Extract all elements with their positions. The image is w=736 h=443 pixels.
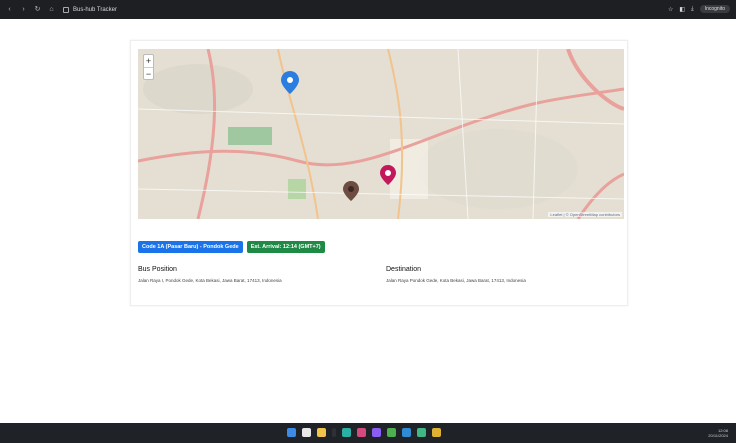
back-icon[interactable]: ‹ <box>6 6 13 13</box>
star-icon[interactable]: ☆ <box>668 6 673 13</box>
destination-section: Destination Jalan Raya Pondok Gede, Kota… <box>386 266 616 283</box>
separator-icon <box>332 428 336 437</box>
system-tray[interactable]: 12:08 20/11/2024 <box>708 428 728 438</box>
vscode-icon[interactable] <box>402 428 411 437</box>
app-icon[interactable] <box>357 428 366 437</box>
tab-title: Bus-hub Tracker <box>73 6 118 13</box>
map-tiles <box>138 49 624 219</box>
bus-position-section: Bus Position Jalan Raya I, Pondok Gede, … <box>138 266 368 283</box>
park-area <box>228 127 272 145</box>
search-icon[interactable] <box>302 428 311 437</box>
browser-toolbar: ‹ › ↻ ⌂ Bus-hub Tracker ☆ ◧ ⤓ Incognito <box>0 0 736 19</box>
reload-icon[interactable]: ↻ <box>34 6 41 13</box>
bus-position-address: Jalan Raya I, Pondok Gede, Kota Bekasi, … <box>138 278 282 283</box>
park-area <box>288 179 306 199</box>
destination-address: Jalan Raya Pondok Gede, Kota Bekasi, Jaw… <box>386 278 526 283</box>
file-explorer-icon[interactable] <box>317 428 326 437</box>
start-icon[interactable] <box>287 428 296 437</box>
zoom-out-button[interactable]: − <box>144 67 153 79</box>
download-icon[interactable]: ⤓ <box>691 6 694 13</box>
app-icon[interactable] <box>417 428 426 437</box>
toolbar-right: ☆ ◧ ⤓ Incognito <box>668 5 730 13</box>
os-taskbar: 12:08 20/11/2024 <box>0 423 736 443</box>
extensions-icon[interactable]: ◧ <box>679 6 685 13</box>
home-icon[interactable]: ⌂ <box>48 6 55 13</box>
app-icon[interactable] <box>372 428 381 437</box>
lock-icon <box>63 6 69 13</box>
eta-badge: Est. Arrival: 12:14 (GMT+7) <box>246 241 325 253</box>
tracker-card: + − Leaflet | © OpenStreetMap contributo… <box>130 40 628 306</box>
route-badge: Code 1A (Pasar Baru) - Pondok Gede <box>138 241 243 253</box>
address-bar[interactable]: Bus-hub Tracker <box>63 6 118 13</box>
nav-controls: ‹ › ↻ ⌂ <box>6 6 55 13</box>
profile-button[interactable]: Incognito <box>699 5 730 13</box>
map-attribution[interactable]: Leaflet | © OpenStreetMap contributors <box>548 212 622 217</box>
map-view[interactable]: + − Leaflet | © OpenStreetMap contributo… <box>138 49 624 219</box>
taskbar-apps <box>287 428 441 437</box>
app-icon[interactable] <box>432 428 441 437</box>
edge-icon[interactable] <box>342 428 351 437</box>
app-icon[interactable] <box>387 428 396 437</box>
destination-heading: Destination <box>386 266 422 273</box>
bus-position-heading: Bus Position <box>138 266 177 273</box>
tray-date: 20/11/2024 <box>708 433 728 438</box>
zoom-control: + − <box>143 54 154 80</box>
route-badges: Code 1A (Pasar Baru) - Pondok Gede Est. … <box>138 241 325 253</box>
zoom-in-button[interactable]: + <box>144 55 153 67</box>
forward-icon[interactable]: › <box>20 6 27 13</box>
